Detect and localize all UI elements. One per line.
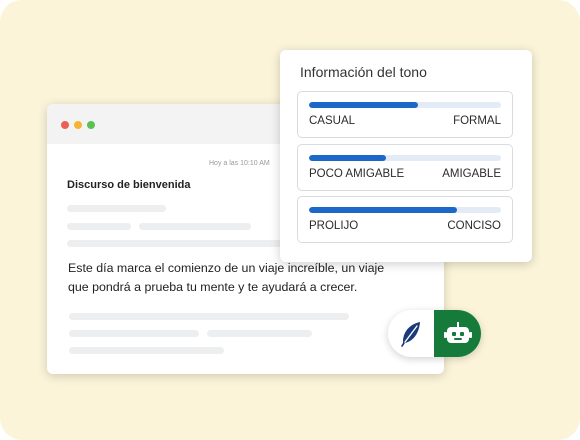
email-timestamp: Hoy a las 10:10 AM [209, 160, 270, 167]
tone-right-label: FORMAL [453, 115, 501, 127]
tone-row-formality: CASUAL FORMAL [297, 91, 513, 138]
tone-right-label: AMIGABLE [442, 168, 501, 180]
placeholder-line [207, 330, 312, 337]
tone-right-label: CONCISO [447, 220, 501, 232]
tone-row-friendliness: POCO AMIGABLE AMIGABLE [297, 144, 513, 191]
tone-row-conciseness: PROLIJO CONCISO [297, 196, 513, 243]
placeholder-line [69, 330, 199, 337]
maximize-window-dot[interactable] [87, 121, 95, 129]
tone-left-label: PROLIJO [309, 220, 359, 232]
placeholder-line [67, 205, 166, 212]
tone-left-label: POCO AMIGABLE [309, 168, 405, 180]
minimize-window-dot[interactable] [74, 121, 82, 129]
tone-info-panel: Información del tono CASUAL FORMAL POCO … [280, 50, 532, 262]
close-window-dot[interactable] [61, 121, 69, 129]
feather-icon [401, 321, 420, 347]
email-body-text[interactable]: Este día marca el comienzo de un viaje i… [68, 259, 408, 297]
placeholder-line [69, 313, 349, 320]
ai-assistant-button[interactable] [434, 310, 481, 357]
placeholder-line [67, 240, 282, 247]
tone-meter-track [309, 102, 501, 108]
placeholder-line [69, 347, 224, 354]
tone-left-label: CASUAL [309, 115, 356, 127]
email-subject: Discurso de bienvenida [67, 179, 191, 191]
tone-meter-fill [309, 102, 419, 108]
bot-icon [443, 321, 472, 343]
tone-meter-fill [309, 207, 457, 213]
tone-meter-track [309, 155, 501, 161]
assistant-actions [388, 310, 481, 357]
tone-meter-fill [309, 155, 386, 161]
feather-button[interactable] [388, 310, 434, 357]
tone-meter-track [309, 207, 501, 213]
tone-panel-title: Información del tono [300, 64, 427, 80]
placeholder-line [67, 223, 131, 230]
placeholder-line [139, 223, 251, 230]
